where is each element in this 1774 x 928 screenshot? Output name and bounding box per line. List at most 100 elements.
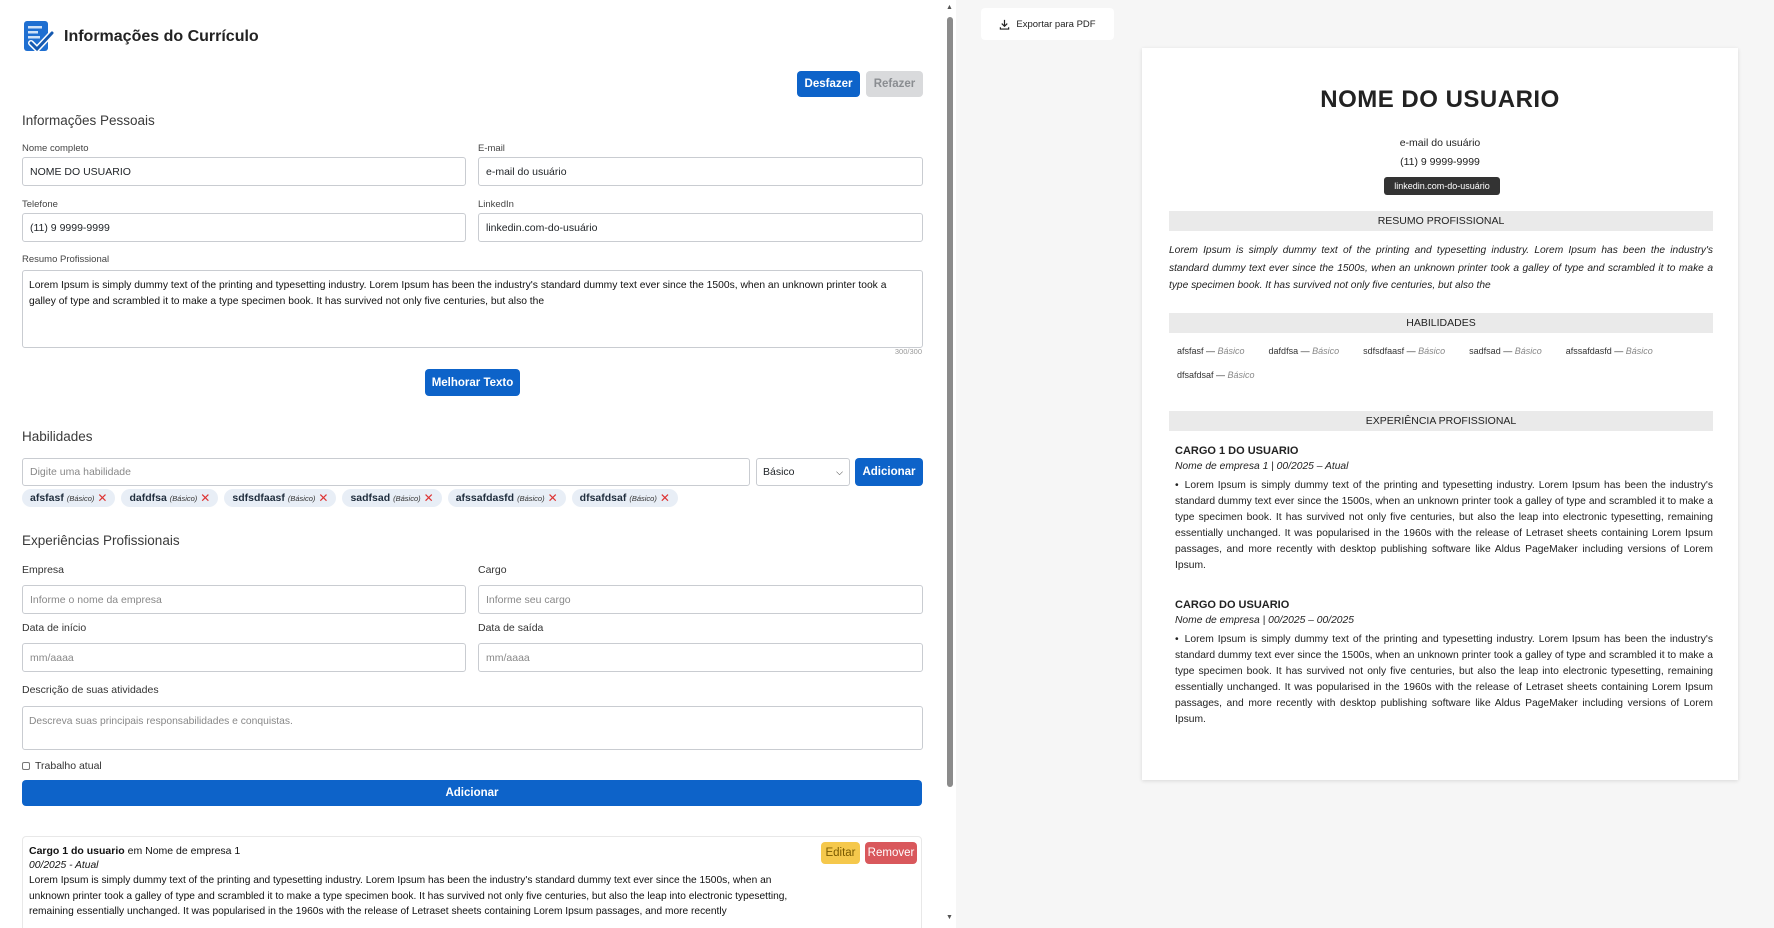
close-icon[interactable]: ✕ bbox=[548, 492, 558, 504]
role-field[interactable] bbox=[478, 585, 923, 614]
remove-experience-button[interactable]: Remover bbox=[865, 842, 917, 864]
preview-job-description: Lorem Ipsum is simply dummy text of the … bbox=[1175, 632, 1713, 728]
skill-level-value: Básico bbox=[763, 466, 795, 478]
add-skill-button[interactable]: Adicionar bbox=[855, 458, 923, 486]
skill-chip-level: (Básico) bbox=[287, 493, 316, 503]
preview-skill-name: afssafdasfd bbox=[1565, 346, 1612, 356]
preview-experience-heading: EXPERIÊNCIA PROFISSIONAL bbox=[1169, 411, 1713, 431]
skill-chip-name: dfsafdsaf bbox=[579, 492, 627, 504]
skill-chip: dafdfsa (Básico) ✕ bbox=[121, 489, 219, 507]
resume-preview-page: NOME DO USUARIO e-mail do usuário (11) 9… bbox=[1142, 48, 1738, 780]
preview-name: NOME DO USUARIO bbox=[1320, 86, 1560, 113]
editor-scrollbar[interactable]: ▲ ▼ bbox=[944, 0, 956, 928]
page-title: Informações do Currículo bbox=[64, 28, 259, 45]
start-date-field[interactable] bbox=[22, 643, 466, 672]
preview-skill-level: Básico bbox=[1312, 346, 1340, 356]
skill-chip-level: (Básico) bbox=[169, 493, 198, 503]
export-pdf-button[interactable]: Exportar para PDF bbox=[981, 8, 1114, 40]
close-icon[interactable]: ✕ bbox=[660, 492, 670, 504]
experience-card-description: Lorem Ipsum is simply dummy text of the … bbox=[29, 875, 788, 917]
skill-chip: afsfasf (Básico) ✕ bbox=[22, 489, 116, 507]
summary-char-counter: 300/300 bbox=[894, 347, 922, 356]
skill-chip-name: sadfsad bbox=[350, 492, 391, 504]
summary-label: Resumo Profissional bbox=[22, 254, 110, 265]
current-job-toggle[interactable]: Trabalho atual bbox=[22, 760, 102, 772]
preview-summary: Lorem Ipsum is simply dummy text of the … bbox=[1169, 245, 1713, 291]
export-pdf-label: Exportar para PDF bbox=[1016, 18, 1096, 30]
description-textarea[interactable] bbox=[22, 706, 923, 750]
resume-builder-app: Informações do Currículo Desfazer Refaze… bbox=[0, 0, 1774, 928]
preview-skill: afsfasf — Básico bbox=[1177, 346, 1245, 356]
description-label: Descrição de suas atividades bbox=[22, 684, 159, 696]
experience-card-connector: em bbox=[127, 845, 143, 857]
preview-job-description: Lorem Ipsum is simply dummy text of the … bbox=[1175, 478, 1713, 574]
preview-job-title: CARGO DO USUARIO bbox=[1175, 599, 1290, 611]
skill-input[interactable] bbox=[22, 458, 750, 486]
close-icon[interactable]: ✕ bbox=[97, 492, 107, 504]
preview-email: e-mail do usuário bbox=[1399, 137, 1481, 149]
end-date-label: Data de saída bbox=[478, 622, 544, 634]
end-date-field[interactable] bbox=[478, 643, 923, 672]
preview-skill-name: dafdfsa bbox=[1268, 346, 1299, 356]
preview-skill: sadfsad — Básico bbox=[1469, 346, 1542, 356]
scroll-up-icon[interactable]: ▲ bbox=[946, 4, 953, 11]
skill-level-select[interactable]: Básico ⌵ bbox=[756, 458, 850, 486]
preview-skill-name: sadfsad bbox=[1469, 346, 1501, 356]
name-field[interactable] bbox=[22, 157, 466, 186]
resume-check-icon bbox=[24, 21, 54, 54]
role-label: Cargo bbox=[478, 564, 507, 576]
preview-skill-level: Básico bbox=[1227, 370, 1255, 380]
add-experience-button[interactable]: Adicionar bbox=[22, 780, 922, 806]
email-label: E-mail bbox=[478, 143, 505, 154]
experience-card: Cargo 1 do usuario em Nome de empresa 1 … bbox=[22, 836, 922, 928]
experience-card-header: Cargo 1 do usuario em Nome de empresa 1 bbox=[29, 845, 915, 857]
preview-job: CARGO 1 DO USUARIO Nome de empresa 1 | 0… bbox=[1175, 445, 1713, 574]
skill-chip-level: (Básico) bbox=[629, 493, 657, 503]
phone-label: Telefone bbox=[22, 199, 58, 210]
linkedin-field[interactable] bbox=[478, 213, 923, 242]
preview-skill-name: dfsafdsaf bbox=[1177, 370, 1214, 380]
skill-chip-list: afsfasf (Básico) ✕ dafdfsa (Básico) ✕ sd… bbox=[22, 489, 678, 507]
editor-panel: Informações do Currículo Desfazer Refaze… bbox=[0, 0, 944, 928]
skill-chip-name: afssafdasfd bbox=[455, 492, 515, 504]
skill-chip: sdfsdfaasf (Básico) ✕ bbox=[224, 489, 337, 507]
close-icon[interactable]: ✕ bbox=[200, 492, 210, 504]
scrollbar-thumb[interactable] bbox=[947, 17, 953, 787]
download-icon bbox=[1000, 19, 1010, 30]
current-job-label: Trabalho atual bbox=[35, 760, 102, 772]
skill-chip: dfsafdsaf (Básico) ✕ bbox=[571, 489, 678, 507]
company-field[interactable] bbox=[22, 585, 466, 614]
current-job-checkbox[interactable] bbox=[22, 762, 30, 770]
preview-skill-name: afsfasf bbox=[1177, 346, 1204, 356]
edit-experience-button[interactable]: Editar bbox=[821, 842, 860, 864]
preview-skill: dafdfsa — Básico bbox=[1268, 346, 1340, 356]
skill-chip: afssafdasfd (Básico) ✕ bbox=[447, 489, 566, 507]
scroll-down-icon[interactable]: ▼ bbox=[946, 914, 953, 921]
skill-chip-name: sdfsdfaasf bbox=[232, 492, 285, 504]
preview-skill: sdfsdfaasf — Básico bbox=[1363, 346, 1446, 356]
preview-skill-level: Básico bbox=[1418, 346, 1446, 356]
close-icon[interactable]: ✕ bbox=[424, 492, 434, 504]
preview-linkedin[interactable]: linkedin.com-do-usuário bbox=[1384, 177, 1500, 195]
preview-skill: dfsafdsaf — Básico bbox=[1177, 370, 1255, 380]
company-label: Empresa bbox=[22, 564, 65, 576]
experience-card-company: Nome de empresa 1 bbox=[145, 845, 241, 857]
preview-skills-heading: HABILIDADES bbox=[1169, 313, 1713, 333]
close-icon[interactable]: ✕ bbox=[318, 492, 328, 504]
preview-skills-list: afsfasf — Básico dafdfsa — Básico sdfsdf… bbox=[1177, 346, 1697, 380]
preview-job: CARGO DO USUARIO Nome de empresa | 00/20… bbox=[1175, 599, 1713, 728]
skill-chip: sadfsad (Básico) ✕ bbox=[342, 489, 442, 507]
phone-field[interactable] bbox=[22, 213, 466, 242]
undo-button[interactable]: Desfazer bbox=[797, 71, 860, 97]
email-field[interactable] bbox=[478, 157, 923, 186]
start-date-label: Data de início bbox=[22, 622, 87, 634]
improve-text-button[interactable]: Melhorar Texto bbox=[425, 369, 520, 396]
experience-card-role: Cargo 1 do usuario bbox=[29, 845, 125, 857]
preview-skill-level: Básico bbox=[1625, 346, 1653, 356]
redo-button[interactable]: Refazer bbox=[866, 71, 923, 97]
preview-skill-level: Básico bbox=[1217, 346, 1245, 356]
editor-header: Informações do Currículo bbox=[22, 20, 259, 54]
preview-panel: Exportar para PDF NOME DO USUARIO e-mail… bbox=[956, 0, 1774, 928]
summary-textarea[interactable]: Lorem Ipsum is simply dummy text of the … bbox=[22, 270, 923, 348]
skill-chip-level: (Básico) bbox=[66, 493, 95, 503]
